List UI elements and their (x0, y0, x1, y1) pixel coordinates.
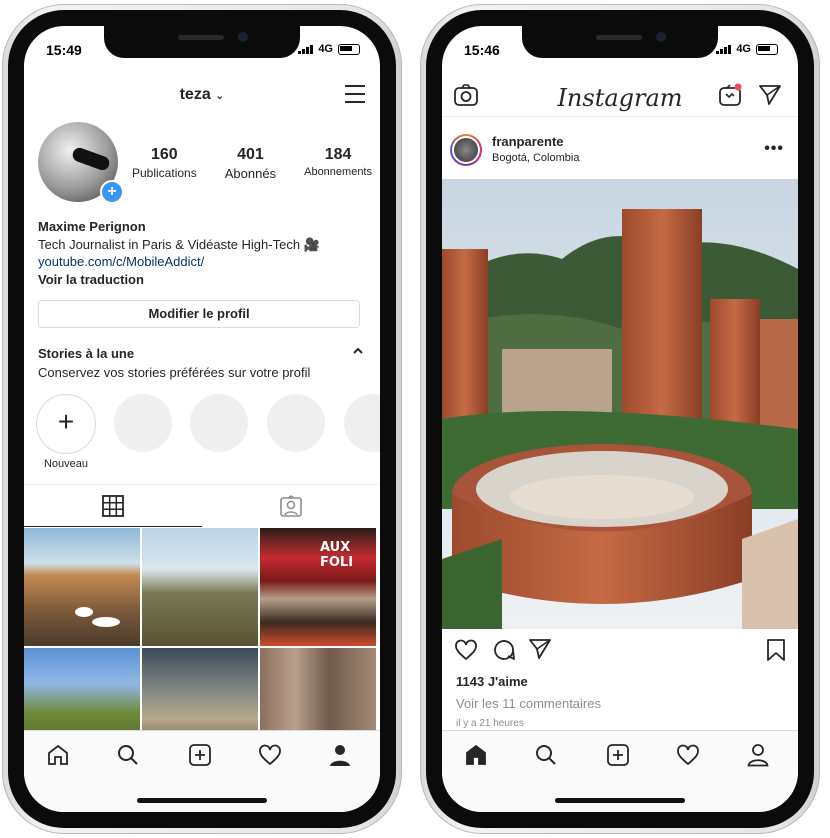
grid-icon (102, 495, 124, 517)
new-highlight-label: Nouveau (43, 458, 89, 470)
profile-screen: 15:49 4G teza ⌄ + 160 Publications 401 A… (24, 26, 380, 812)
tab-grid[interactable] (24, 485, 202, 527)
highlights-title: Stories à la une (38, 346, 135, 361)
heart-icon[interactable] (676, 743, 700, 767)
profile-name: Maxime Perignon (38, 219, 146, 234)
bookmark-icon[interactable] (766, 638, 786, 662)
status-time: 15:46 (464, 42, 500, 58)
feed-header: Instagram (442, 78, 798, 117)
direct-message-icon[interactable] (758, 84, 782, 106)
network-label: 4G (318, 43, 333, 55)
heart-icon[interactable] (258, 743, 282, 767)
igtv-icon[interactable] (718, 83, 742, 107)
photo-sign-text: AUX FOLI (320, 540, 354, 570)
instagram-logo[interactable]: Instagram (442, 84, 798, 112)
username: teza (179, 86, 211, 103)
chevron-down-icon: ⌄ (215, 90, 225, 102)
post-avatar[interactable] (450, 134, 482, 166)
like-count[interactable]: 1143 J'aime (456, 674, 528, 689)
plus-icon: + (57, 406, 75, 437)
home-indicator[interactable] (137, 798, 267, 803)
profile-tabs (24, 484, 380, 527)
grid-photo[interactable] (142, 528, 258, 646)
home-indicator[interactable] (555, 798, 685, 803)
stat-label: Publications (132, 166, 197, 180)
new-post-icon[interactable] (188, 743, 212, 767)
like-heart-icon[interactable] (454, 638, 478, 662)
stat-following[interactable]: 184 Abonnements (304, 146, 372, 181)
stat-label: Abonnements (304, 166, 372, 178)
post-timestamp: il y a 21 heures (456, 718, 524, 729)
new-highlight-button[interactable]: + (36, 394, 96, 454)
notch (104, 26, 300, 58)
menu-icon[interactable] (344, 84, 366, 104)
home-icon[interactable] (46, 743, 70, 767)
post-actions (442, 638, 798, 668)
battery-icon (756, 43, 778, 55)
profile-icon[interactable] (746, 743, 770, 767)
profile-stats: 160 Publications 401 Abonnés 184 Abonnem… (132, 146, 372, 181)
post-location[interactable]: Bogotá, Colombia (492, 152, 579, 164)
chevron-up-icon[interactable] (352, 346, 364, 356)
post-photo[interactable] (442, 179, 798, 629)
stat-number: 184 (324, 146, 352, 163)
post-username[interactable]: franparente (492, 134, 564, 149)
status-time: 15:49 (46, 42, 82, 58)
signal-icon (298, 44, 314, 54)
stat-number: 160 (151, 146, 178, 163)
new-post-icon[interactable] (606, 743, 630, 767)
notch (522, 26, 718, 58)
stat-publications[interactable]: 160 Publications (132, 146, 197, 181)
home-icon[interactable] (464, 743, 488, 767)
highlight-placeholder (267, 394, 325, 452)
post-header: franparente Bogotá, Colombia ••• (442, 130, 798, 174)
network-label: 4G (736, 43, 751, 55)
bio-text: Tech Journalist in Paris & Vidéaste High… (38, 236, 320, 252)
view-comments-link[interactable]: Voir les 11 commentaires (456, 696, 601, 711)
profile-bio: Maxime Perignon Tech Journalist in Paris… (38, 218, 320, 288)
username-switcher[interactable]: teza ⌄ (24, 86, 380, 104)
bio-link[interactable]: youtube.com/c/MobileAddict/ (38, 253, 320, 271)
profile-header: teza ⌄ (24, 78, 380, 112)
stat-number: 401 (237, 146, 264, 163)
left-phone: 15:49 4G teza ⌄ + 160 Publications 401 A… (2, 4, 402, 834)
share-icon[interactable] (528, 638, 552, 660)
edit-profile-button[interactable]: Modifier le profil (38, 300, 360, 328)
tab-tagged[interactable] (202, 485, 380, 526)
highlight-placeholder (344, 394, 380, 452)
more-options-icon[interactable]: ••• (764, 140, 784, 158)
signal-icon (716, 44, 732, 54)
highlights-subtitle: Conservez vos stories préférées sur votr… (38, 365, 311, 380)
search-icon[interactable] (534, 743, 558, 767)
comment-icon[interactable] (492, 638, 516, 662)
right-phone: 15:46 4G Instagram franparente Bogotá, C… (420, 4, 820, 834)
battery-icon (338, 43, 360, 55)
highlight-placeholder (190, 394, 248, 452)
grid-photo[interactable] (24, 528, 140, 646)
story-highlights-header[interactable]: Stories à la une Conservez vos stories p… (38, 346, 364, 380)
add-story-icon[interactable]: + (100, 180, 124, 204)
highlight-placeholder (114, 394, 172, 452)
stat-followers[interactable]: 401 Abonnés (225, 146, 276, 181)
feed-screen: 15:46 4G Instagram franparente Bogotá, C… (442, 26, 798, 812)
grid-photo[interactable]: AUX FOLI (260, 528, 376, 646)
tagged-user-icon (280, 495, 302, 517)
search-icon[interactable] (116, 743, 140, 767)
translate-link[interactable]: Voir la traduction (38, 271, 320, 289)
profile-icon[interactable] (328, 743, 352, 767)
avatar-photo (70, 145, 112, 173)
stat-label: Abonnés (224, 166, 277, 181)
